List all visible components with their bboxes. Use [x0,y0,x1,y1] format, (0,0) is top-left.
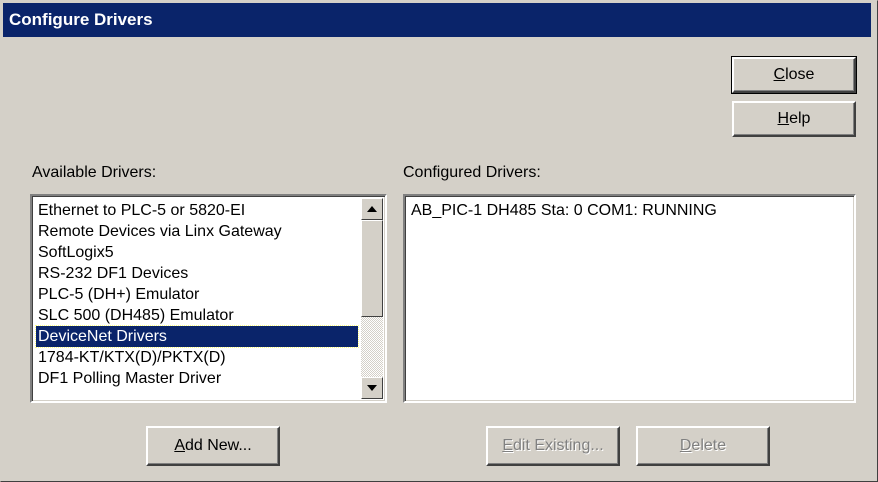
edit-existing-button[interactable]: Edit Existing... [486,426,620,466]
available-driver-item[interactable]: Ethernet to PLC-5 or 5820-EI [36,200,358,221]
close-button-label: lose [785,66,815,83]
configure-drivers-dialog: Configure Drivers Close Help Available D… [0,0,878,482]
delete-button[interactable]: Delete [636,426,770,466]
available-driver-item[interactable]: 1784-KT/KTX(D)/PKTX(D) [36,347,358,368]
title-bar[interactable]: Configure Drivers [3,3,871,37]
help-button[interactable]: Help [732,101,856,137]
scroll-up-button[interactable] [361,198,383,220]
add-new-button-mnemonic: A [174,437,185,454]
help-button-label: elp [789,110,811,127]
available-driver-item[interactable]: SoftLogix5 [36,242,358,263]
configured-drivers-label: Configured Drivers: [403,164,541,181]
triangle-up-icon [367,206,377,212]
available-drivers-scrollbar[interactable] [361,198,383,399]
help-button-mnemonic: H [777,110,790,127]
available-drivers-label: Available Drivers: [32,164,157,181]
scroll-down-button[interactable] [361,377,383,399]
available-driver-item[interactable]: Remote Devices via Linx Gateway [36,221,358,242]
scroll-thumb[interactable] [361,220,383,317]
available-driver-item[interactable]: DeviceNet Drivers [35,325,359,348]
configured-drivers-listbox[interactable]: AB_PIC-1 DH485 Sta: 0 COM1: RUNNING [403,194,856,403]
configured-drivers-list: AB_PIC-1 DH485 Sta: 0 COM1: RUNNING [409,200,721,221]
available-driver-item[interactable]: PLC-5 (DH+) Emulator [36,284,358,305]
available-drivers-list: Ethernet to PLC-5 or 5820-EI Remote Devic… [35,200,359,389]
delete-button-mnemonic: D [679,437,692,454]
edit-existing-button-mnemonic: E [502,437,513,454]
available-driver-item[interactable]: RS-232 DF1 Devices [36,263,358,284]
available-driver-item[interactable]: DF1 Polling Master Driver [36,368,358,389]
close-button-mnemonic: C [773,66,786,83]
add-new-button-label: dd New... [184,437,252,454]
available-drivers-listbox[interactable]: Ethernet to PLC-5 or 5820-EI Remote Devic… [30,194,387,403]
window-title: Configure Drivers [9,10,153,29]
edit-existing-button-label: dit Existing... [512,437,604,454]
close-button[interactable]: Close [731,56,857,94]
configured-driver-item[interactable]: AB_PIC-1 DH485 Sta: 0 COM1: RUNNING [409,200,721,221]
available-driver-item[interactable]: SLC 500 (DH485) Emulator [36,305,358,326]
triangle-down-icon [367,385,377,391]
delete-button-label: elete [691,437,727,454]
add-new-button[interactable]: Add New... [146,426,280,466]
